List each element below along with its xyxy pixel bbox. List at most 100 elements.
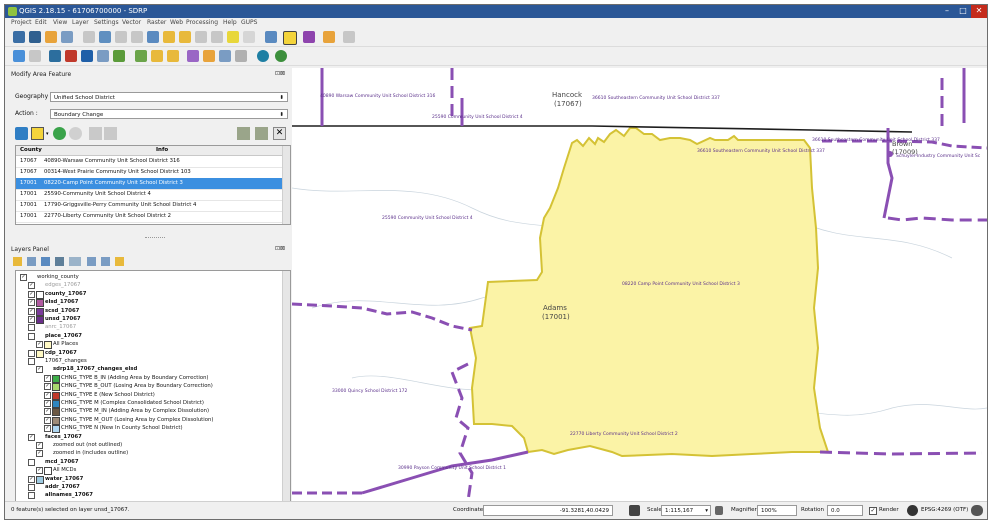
zoom-layer-icon[interactable] — [179, 31, 191, 43]
layer-checkbox[interactable]: ✓ — [28, 307, 35, 315]
layer-checkbox[interactable]: ✓ — [36, 450, 43, 458]
menu-help[interactable]: Help — [223, 19, 237, 26]
globe-icon[interactable] — [257, 50, 269, 62]
save-icon[interactable] — [29, 31, 41, 43]
column-info[interactable]: Info — [156, 146, 168, 155]
selected-district-polygon[interactable] — [468, 127, 830, 458]
menu-raster[interactable]: Raster — [147, 19, 166, 26]
toggle-extents-icon[interactable] — [629, 505, 640, 516]
menu-web[interactable]: Web — [170, 19, 183, 26]
refresh-icon[interactable] — [243, 31, 255, 43]
zoom-out-icon[interactable] — [131, 31, 143, 43]
lock-icon[interactable] — [715, 506, 723, 515]
layer-checkbox[interactable]: ✓ — [44, 400, 51, 407]
render-checkbox[interactable]: ✓ — [869, 507, 877, 515]
collapse-all-icon[interactable] — [101, 257, 110, 266]
filter-icon[interactable] — [55, 257, 64, 266]
zoom-next-icon[interactable] — [211, 31, 223, 43]
maximize-icon[interactable]: □ — [955, 5, 971, 18]
menu-project[interactable]: Project — [11, 19, 32, 26]
clear-icon[interactable]: ✕ — [273, 127, 286, 140]
crs-label[interactable]: EPSG:4269 (OTF) — [921, 507, 968, 513]
gups-icon[interactable] — [275, 50, 287, 62]
layer-checkbox[interactable]: ✓ — [44, 391, 51, 399]
report-icon[interactable] — [151, 50, 163, 62]
zoom-last-icon[interactable] — [195, 31, 207, 43]
layers-scrollbar[interactable] — [282, 271, 290, 504]
select-icon[interactable] — [283, 31, 297, 45]
rotation-field[interactable]: 0.0 — [827, 505, 863, 516]
column-county[interactable]: County — [20, 146, 42, 155]
new-project-icon[interactable] — [13, 31, 25, 43]
layer-checkbox[interactable] — [28, 458, 35, 466]
new-layer-icon[interactable] — [235, 50, 247, 62]
open-icon[interactable] — [45, 31, 57, 43]
vertex-tool-icon[interactable] — [65, 50, 77, 62]
close-icon[interactable]: ✕ — [971, 5, 987, 18]
layer-checkbox[interactable]: ✓ — [20, 274, 27, 281]
deselect-icon[interactable] — [303, 31, 315, 43]
panel-close-icon[interactable]: ⊡⊠ — [275, 245, 285, 252]
layer-checkbox[interactable] — [28, 492, 35, 500]
messages-icon[interactable] — [971, 505, 983, 516]
pan-icon[interactable] — [83, 31, 95, 43]
layer-checkbox[interactable]: ✓ — [36, 442, 43, 449]
layer-checkbox[interactable]: ✓ — [28, 299, 35, 307]
digitize-icon[interactable] — [29, 50, 41, 62]
add-button[interactable] — [53, 127, 66, 140]
bookmark-icon[interactable] — [227, 31, 239, 43]
table-scrollbar[interactable] — [282, 146, 290, 224]
layer-checkbox[interactable]: ✓ — [28, 290, 35, 298]
layer-checkbox[interactable] — [28, 349, 35, 357]
chevron-down-icon[interactable]: ▾ — [46, 131, 49, 137]
menu-vector[interactable]: Vector — [122, 19, 141, 26]
splitter-handle[interactable] — [145, 237, 165, 240]
expand-all-icon[interactable] — [87, 257, 96, 266]
add-wms-icon[interactable] — [219, 50, 231, 62]
layer-checkbox[interactable]: ✓ — [36, 341, 43, 349]
layer-checkbox[interactable]: ✓ — [44, 416, 51, 424]
layer-checkbox[interactable] — [28, 358, 35, 365]
remove-button[interactable] — [69, 127, 82, 140]
layer-checkbox[interactable]: ✓ — [44, 374, 51, 382]
menu-edit[interactable]: Edit — [35, 19, 47, 26]
pan-selection-icon[interactable] — [99, 31, 111, 43]
print-icon[interactable] — [61, 31, 73, 43]
style-icon[interactable] — [13, 257, 22, 266]
map-canvas[interactable]: 40890 Warsaw Community Unit School Distr… — [292, 68, 987, 501]
zoom-in-icon[interactable] — [115, 31, 127, 43]
layer-checkbox[interactable]: ✓ — [28, 433, 35, 441]
filter-map-icon[interactable] — [69, 257, 81, 266]
menu-processing[interactable]: Processing — [186, 19, 218, 26]
attribute-table-icon[interactable] — [323, 31, 335, 43]
crs-globe-icon[interactable] — [907, 505, 918, 516]
remove-layer-icon[interactable] — [115, 257, 124, 266]
visibility-icon[interactable] — [41, 257, 50, 266]
next-button[interactable] — [104, 127, 117, 140]
add-delimited-icon[interactable] — [203, 50, 215, 62]
coordinate-field[interactable]: -91.3281,40.0429 — [483, 505, 613, 516]
table-row[interactable]: 17001 22770-Liberty Community Unit School… — [16, 211, 282, 223]
action-select[interactable]: Boundary Change ⬍ — [50, 109, 288, 119]
select-feature-button[interactable] — [15, 127, 28, 140]
layer-checkbox[interactable] — [28, 484, 35, 491]
plugin-icon[interactable] — [81, 50, 93, 62]
measure-icon[interactable] — [343, 31, 355, 43]
layer-checkbox[interactable]: ✓ — [36, 467, 43, 475]
layer-checkbox[interactable]: ✓ — [28, 475, 35, 483]
layer-checkbox[interactable]: ✓ — [44, 383, 51, 391]
add-vector-icon[interactable] — [167, 50, 179, 62]
edit-icon[interactable] — [13, 50, 25, 62]
processing-icon[interactable] — [113, 50, 125, 62]
identify-icon[interactable] — [265, 31, 277, 43]
menu-layer[interactable]: Layer — [72, 19, 89, 26]
table-icon[interactable] — [237, 127, 250, 140]
attributes-icon[interactable] — [255, 127, 268, 140]
add-feature-icon[interactable] — [49, 50, 61, 62]
python-icon[interactable] — [97, 50, 109, 62]
menu-settings[interactable]: Settings — [94, 19, 119, 26]
panel-close-icon[interactable]: ⊡⊠ — [275, 70, 285, 77]
menu-gups[interactable]: GUPS — [241, 19, 257, 26]
layout-icon[interactable] — [135, 50, 147, 62]
layer-checkbox[interactable] — [28, 332, 35, 340]
